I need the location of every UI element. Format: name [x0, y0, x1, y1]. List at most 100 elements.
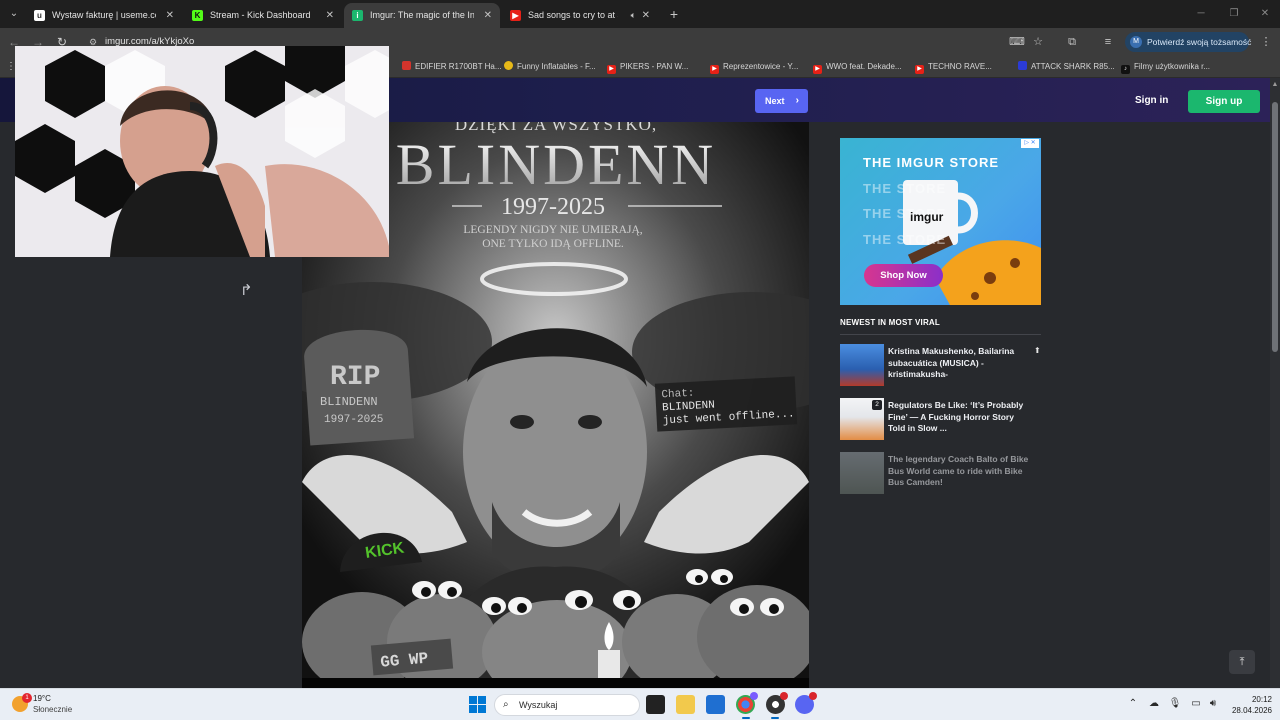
ad-title: THE IMGUR STORE: [863, 155, 1000, 170]
close-tab-icon[interactable]: ✕: [642, 3, 650, 28]
meme-name: BLINDENN: [396, 132, 716, 197]
window-close-icon[interactable]: ✕: [1248, 0, 1280, 28]
tombstone-name: BLINDENN: [320, 395, 378, 409]
adchoices-icon[interactable]: ▷ ✕: [1021, 139, 1039, 148]
back-to-top-button[interactable]: ⤒: [1229, 650, 1255, 674]
bookmark-edifier[interactable]: EDIFIER R1700BT Ha...: [402, 60, 502, 74]
windows-start-icon[interactable]: [469, 696, 486, 713]
bookmark-reprezentowice[interactable]: ▶ Reprezentowice - Y...: [710, 60, 798, 74]
webcam-overlay: [15, 46, 389, 257]
viral-post-title: Kristina Makushenko, Bailarina subacuáti…: [888, 346, 1015, 379]
close-tab-icon[interactable]: ✕: [326, 3, 334, 28]
microsoft-store-icon[interactable]: [706, 695, 725, 714]
extensions-icon[interactable]: ⧉: [1064, 34, 1080, 50]
sign-up-button[interactable]: Sign up: [1188, 90, 1260, 113]
clock-date: 28.04.2026: [1231, 706, 1272, 715]
image-count-badge: 2: [872, 400, 882, 410]
imgur-favicon-icon: i: [352, 10, 363, 21]
tab-useme[interactable]: u Wystaw fakturę | useme.com ✕: [26, 3, 182, 28]
youtube-icon: ▶: [813, 65, 822, 74]
meme-line-2: ONE TYLKO IDĄ OFFLINE.: [482, 238, 624, 250]
post-thumbnail: [840, 344, 884, 386]
bookmark-label: Filmy użytkownika r...: [1134, 62, 1211, 71]
chrome-icon[interactable]: [736, 692, 758, 714]
kick-favicon-icon: K: [192, 10, 203, 21]
page-scrollbar[interactable]: [1270, 78, 1280, 688]
tab-search-icon[interactable]: ⌄: [4, 4, 24, 24]
chat-label: Chat:: [661, 388, 695, 402]
show-hidden-icons-icon[interactable]: ⌃: [1126, 697, 1140, 711]
bookmark-wwo[interactable]: ▶ WWO feat. Dekade...: [813, 60, 902, 74]
weather-widget[interactable]: 1 19°C Słonecznie: [12, 693, 102, 717]
chrome-menu-icon[interactable]: ⋮: [1258, 34, 1274, 50]
viral-post-item[interactable]: Kristina Makushenko, Bailarina subacuáti…: [840, 344, 1041, 388]
imgur-store-ad[interactable]: ▷ ✕ THE IMGUR STORE THE STORE THE STORE …: [840, 138, 1041, 305]
translate-icon[interactable]: ⌨: [1009, 34, 1025, 50]
minimize-icon[interactable]: ─: [1184, 0, 1218, 28]
notification-badge: 1: [22, 693, 32, 703]
task-view-icon[interactable]: [646, 695, 665, 714]
bookmark-techno-rave[interactable]: ▶ TECHNO RAVE...: [915, 60, 992, 74]
shop-now-button[interactable]: Shop Now: [864, 264, 943, 287]
obs-icon[interactable]: [766, 692, 788, 714]
screen: ⌄ u Wystaw fakturę | useme.com ✕ K Strea…: [0, 0, 1280, 720]
tab-title: Imgur: The magic of the Internet: [370, 10, 474, 20]
restore-icon[interactable]: ❐: [1217, 0, 1251, 28]
bookmark-pikers[interactable]: ▶ PIKERS - PAN W...: [607, 60, 688, 74]
speaker-icon[interactable]: 🔈︎: [631, 3, 636, 28]
bookmark-label: WWO feat. Dekade...: [826, 62, 902, 71]
tombstone-years: 1997-2025: [324, 414, 383, 426]
tab-title: Wystaw fakturę | useme.com: [52, 10, 156, 20]
viral-post-title: Regulators Be Like: ‘It’s Probably Fine’…: [888, 400, 1024, 433]
close-tab-icon[interactable]: ✕: [484, 3, 492, 28]
bookmark-label: Funny Inflatables - F...: [517, 62, 596, 71]
volume-icon[interactable]: 🔊︎: [1206, 697, 1220, 711]
weather-condition: Słonecznie: [33, 705, 73, 714]
network-icon[interactable]: ▭: [1189, 697, 1203, 711]
new-tab-icon[interactable]: +: [664, 4, 684, 24]
scrollbar-thumb[interactable]: [1272, 102, 1278, 352]
post-thumbnail: 2: [840, 398, 884, 440]
discord-icon[interactable]: [795, 692, 817, 714]
system-clock[interactable]: 20:12 28.04.2026: [1226, 694, 1272, 716]
windows-taskbar: 1 19°C Słonecznie ⌕ Wyszukaj ⌃ ☁ 🎙︎ ▭ 🔊︎…: [0, 688, 1280, 720]
tab-imgur[interactable]: i Imgur: The magic of the Internet ✕: [344, 3, 500, 28]
meme-line-1: LEGENDY NIGDY NIE UMIERAJĄ,: [463, 224, 642, 236]
microphone-icon[interactable]: 🎙︎: [1168, 697, 1182, 711]
ad-ghost-text: THE STORE: [863, 232, 947, 247]
youtube-icon: ▶: [915, 65, 924, 74]
bookmark-label: TECHNO RAVE...: [928, 62, 992, 71]
tombstone-rip: RIP: [330, 362, 380, 393]
share-icon[interactable]: ↱: [240, 283, 260, 299]
search-icon: ⌕: [503, 699, 509, 710]
file-explorer-icon[interactable]: [676, 695, 695, 714]
bookmark-label: EDIFIER R1700BT Ha...: [415, 62, 502, 71]
tab-kick-dashboard[interactable]: K Stream - Kick Dashboard ✕: [184, 3, 342, 28]
bookmark-favicon-icon: [402, 61, 411, 70]
avatar: M: [1130, 36, 1142, 48]
notification-dot: [809, 692, 817, 700]
tab-strip: ⌄ u Wystaw fakturę | useme.com ✕ K Strea…: [0, 0, 1280, 28]
sign-in-link[interactable]: Sign in: [1135, 89, 1168, 113]
media-queue-icon[interactable]: ≡: [1100, 34, 1116, 50]
taskbar-search[interactable]: ⌕ Wyszukaj: [494, 694, 640, 716]
profile-button[interactable]: M Potwierdź swoją tożsamość: [1125, 32, 1251, 52]
ad-ghost-text: THE STORE: [863, 181, 947, 196]
viral-post-item[interactable]: The legendary Coach Balto of Bike Bus Wo…: [840, 452, 1040, 496]
temperature: 19°C: [33, 694, 51, 703]
bookmark-tiktok[interactable]: ♪ Filmy użytkownika r...: [1121, 60, 1210, 74]
viral-post-item[interactable]: 2 Regulators Be Like: ‘It’s Probably Fin…: [840, 398, 1040, 442]
bookmark-attack-shark[interactable]: ATTACK SHARK R85...: [1018, 60, 1115, 74]
scroll-up-arrow-icon[interactable]: ▲: [1271, 81, 1279, 89]
bookmark-label: ATTACK SHARK R85...: [1031, 62, 1115, 71]
close-tab-icon[interactable]: ✕: [166, 3, 174, 28]
post-thumbnail: [840, 452, 884, 494]
bookmark-funny-inflatables[interactable]: Funny Inflatables - F...: [504, 60, 596, 74]
next-button[interactable]: Next ›: [755, 89, 808, 113]
bookmark-favicon-icon: [1018, 61, 1027, 70]
bookmark-star-icon[interactable]: ☆: [1030, 34, 1046, 50]
upvote-arrow-icon[interactable]: ⬆: [1034, 346, 1041, 355]
running-indicator: [771, 717, 779, 719]
tab-youtube-sad-songs[interactable]: ▶ Sad songs to cry to at 3am 🔈︎ ✕: [502, 3, 658, 28]
cloud-sync-icon[interactable]: ☁: [1147, 697, 1161, 711]
